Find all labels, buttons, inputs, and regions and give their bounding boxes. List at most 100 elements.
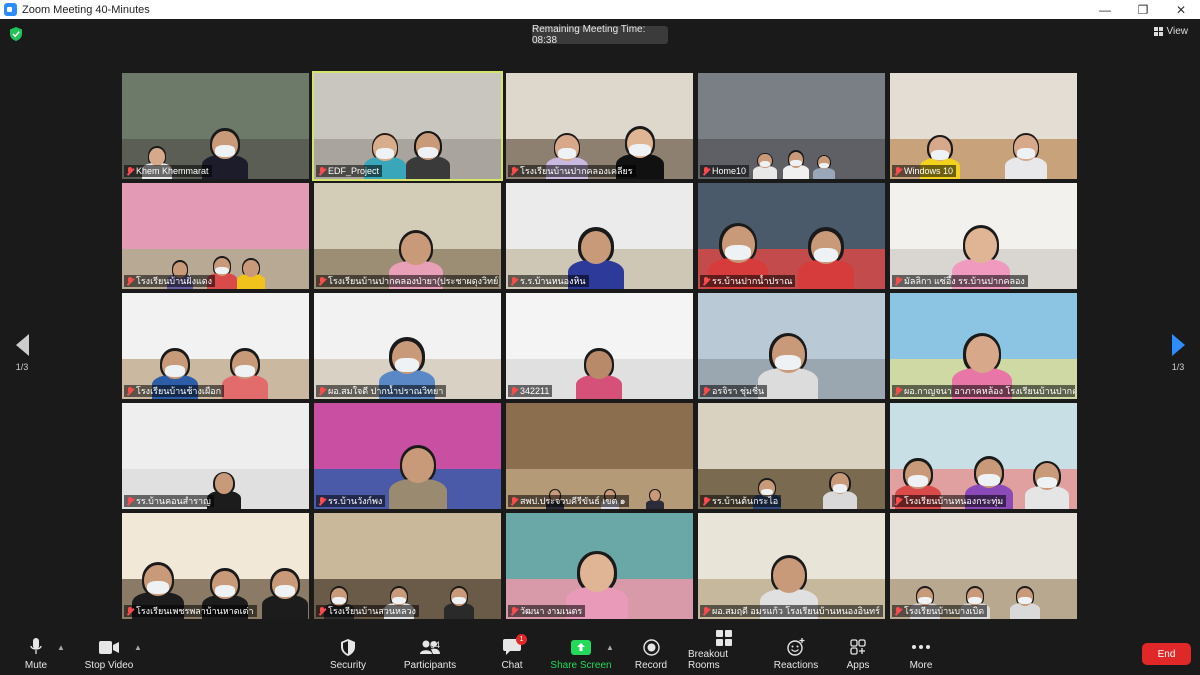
participant-name-label: มัลลิกา แซ่อึ้ง รร.บ้านปากคลอง — [892, 275, 1028, 287]
participant-video-tile[interactable]: โรงเรียนเพชรพลาบ้านหาดเต่า — [122, 513, 309, 619]
participant-video-tile[interactable]: ผอ.สมใจดี ปากน้ำปราณวิทยา — [314, 293, 501, 399]
participant-video-tile[interactable]: โรงเรียนบ้านบางเบิด — [890, 513, 1077, 619]
muted-microphone-icon — [894, 496, 902, 506]
participant-name-label: โรงเรียนบ้านปากคลองป่ายา(ประชาผดุงวิทย์) — [316, 275, 499, 287]
stop-video-button[interactable]: Stop Video — [82, 631, 136, 675]
participant-name: รร.บ้านวังก์พง — [328, 496, 383, 506]
participant-figure — [389, 442, 447, 509]
participant-video-tile[interactable]: โรงเรียนบ้านปากคลองเคลียร — [506, 73, 693, 179]
more-button[interactable]: More — [906, 631, 936, 675]
reactions-button[interactable]: Reactions — [774, 631, 818, 675]
page-indicator-right: 1/3 — [1171, 362, 1185, 372]
muted-microphone-icon — [126, 166, 134, 176]
maximize-button[interactable]: ❐ — [1124, 0, 1162, 19]
participant-name: โรงเรียนบ้านหนองกระทุ่ม — [904, 496, 1004, 506]
video-options-caret[interactable]: ▲ — [134, 643, 142, 652]
participant-name-label: EDF_Project — [316, 165, 383, 177]
participant-video-tile[interactable]: โรงเรียนบ้านปากคลองป่ายา(ประชาผดุงวิทย์) — [314, 183, 501, 289]
participant-name-label: โรงเรียนบ้านสวนหลวง — [316, 605, 419, 617]
chat-label: Chat — [501, 660, 523, 671]
participant-video-tile[interactable]: Khem Khemmarat — [122, 73, 309, 179]
zoom-window: Zoom Meeting 40-Minutes — ❐ ✕ Remaining … — [0, 0, 1200, 675]
video-background — [890, 513, 1077, 579]
stop-video-label: Stop Video — [84, 660, 134, 671]
muted-microphone-icon — [702, 166, 710, 176]
window-title: Zoom Meeting 40-Minutes — [22, 3, 150, 16]
participant-video-tile[interactable]: มัลลิกา แซ่อึ้ง รร.บ้านปากคลอง — [890, 183, 1077, 289]
previous-page-button[interactable]: 1/3 — [7, 334, 37, 372]
participant-name: วัฒนา งามเนตร — [520, 606, 583, 616]
window-controls: — ❐ ✕ — [1086, 0, 1200, 19]
security-shield-icon[interactable] — [10, 27, 22, 41]
participant-name: EDF_Project — [328, 166, 380, 176]
participant-name: รร.บ้านคอนสำราญ — [136, 496, 211, 506]
participant-video-tile[interactable]: EDF_Project — [312, 71, 503, 181]
muted-microphone-icon — [702, 496, 710, 506]
participant-figure — [1025, 458, 1069, 509]
next-page-button[interactable]: 1/3 — [1163, 334, 1193, 372]
participant-video-tile[interactable]: วัฒนา งามเนตร — [506, 513, 693, 619]
participant-name-label: โรงเรียนบ้านปากคลองเคลียร — [508, 165, 636, 177]
participant-figure — [753, 151, 777, 179]
participant-figure — [444, 584, 474, 619]
participant-video-tile[interactable]: โรงเรียนบ้านหนองกระทุ่ม — [890, 403, 1077, 509]
participant-name-label: โรงเรียนบ้านช้างเผือก — [124, 385, 225, 397]
share-options-caret[interactable]: ▲ — [606, 643, 614, 652]
participant-figure — [823, 470, 857, 509]
participant-name: โรงเรียนบ้านสวนหลวง — [328, 606, 416, 616]
participant-video-tile[interactable]: อรจิรา ชุ่มชื่น — [698, 293, 885, 399]
participants-button[interactable]: 64 Participants — [402, 631, 458, 675]
muted-microphone-icon — [702, 606, 710, 616]
record-button[interactable]: Record — [634, 631, 668, 675]
view-grid-icon — [1153, 27, 1163, 36]
video-background — [314, 513, 501, 579]
participant-video-tile[interactable]: Home10 — [698, 73, 885, 179]
share-screen-button[interactable]: Share Screen — [550, 631, 612, 675]
muted-microphone-icon — [510, 606, 518, 616]
reaction-smiley-icon — [787, 638, 805, 656]
minimize-button[interactable]: — — [1086, 0, 1124, 19]
participant-figure — [262, 566, 308, 619]
audio-options-caret[interactable]: ▲ — [57, 643, 65, 652]
muted-microphone-icon — [318, 276, 326, 286]
muted-microphone-icon — [318, 496, 326, 506]
participant-video-tile[interactable]: Windows 10 — [890, 73, 1077, 179]
participant-name: ผอ.สมใจดี ปากน้ำปราณวิทยา — [328, 386, 444, 396]
zoom-app-icon — [4, 3, 17, 16]
participant-name-label: โรงเรียนบ้านบางเบิด — [892, 605, 988, 617]
participant-name-label: รร.บ้านปากน้ำปราณ — [700, 275, 796, 287]
participant-video-tile[interactable]: 342211 — [506, 293, 693, 399]
participant-video-tile[interactable]: สพป.ประจวบคีรีขันธ์ เขต ๑ — [506, 403, 693, 509]
participant-figure — [1010, 584, 1040, 619]
video-background — [890, 73, 1077, 139]
participant-video-tile[interactable]: โรงเรียนบ้านสวนหลวง — [314, 513, 501, 619]
participant-figure — [646, 488, 664, 509]
participant-video-tile[interactable]: รร.บ้านต้นกระไอ — [698, 403, 885, 509]
chat-button[interactable]: 1 Chat — [498, 631, 527, 675]
more-label: More — [909, 660, 933, 671]
mute-button[interactable]: Mute — [20, 631, 52, 675]
breakout-rooms-button[interactable]: Breakout Rooms — [688, 630, 760, 675]
participant-video-tile[interactable]: ผอ.กาญจนา อาภาคหล้อง โรงเรียนบ้านปากคลอง — [890, 293, 1077, 399]
participant-figure — [406, 128, 450, 179]
participant-video-tile[interactable]: โรงเรียนบ้านฝั่งแดง — [122, 183, 309, 289]
muted-microphone-icon — [126, 496, 134, 506]
muted-microphone-icon — [510, 166, 518, 176]
participant-video-tile[interactable]: โรงเรียนบ้านช้างเผือก — [122, 293, 309, 399]
close-button[interactable]: ✕ — [1162, 0, 1200, 19]
participant-name: รร.บ้านปากน้ำปราณ — [712, 276, 793, 286]
end-meeting-button[interactable]: End — [1142, 643, 1191, 665]
participant-video-tile[interactable]: รร.บ้านปากน้ำปราณ — [698, 183, 885, 289]
participant-video-tile[interactable]: ร.ร.บ้านหนองหิน — [506, 183, 693, 289]
view-button[interactable]: View — [1153, 26, 1188, 37]
participant-name-label: โรงเรียนบ้านหนองกระทุ่ม — [892, 495, 1007, 507]
muted-microphone-icon — [510, 496, 518, 506]
participant-video-tile[interactable]: รร.บ้านคอนสำราญ — [122, 403, 309, 509]
participant-video-tile[interactable]: ผอ.สมฤดี อมรแก้ว โรงเรียนบ้านหนองอินทร์ — [698, 513, 885, 619]
muted-microphone-icon — [510, 386, 518, 396]
participant-video-tile[interactable]: รร.บ้านวังก์พง — [314, 403, 501, 509]
security-button[interactable]: Security — [328, 631, 368, 675]
video-background — [698, 403, 885, 469]
apps-button[interactable]: Apps — [844, 631, 872, 675]
video-background — [122, 183, 309, 249]
